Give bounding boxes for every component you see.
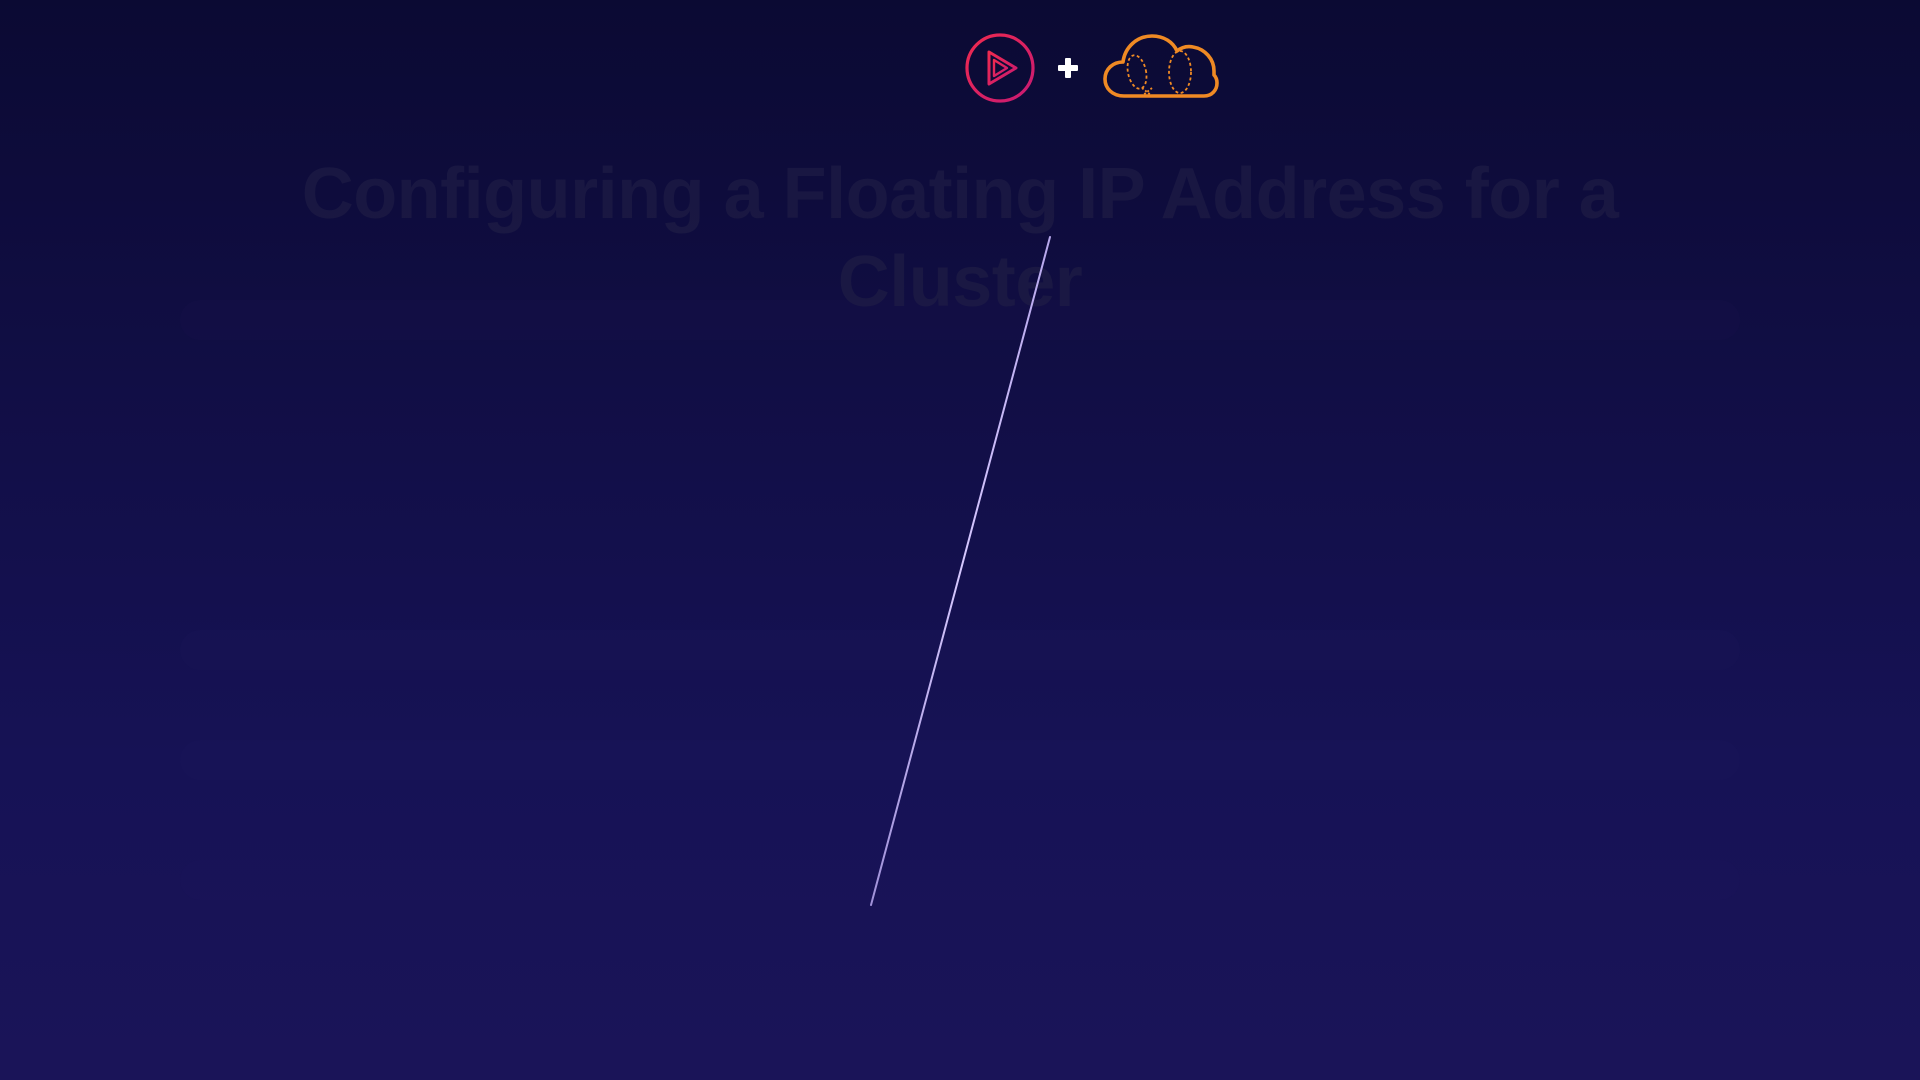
background-haze [180,300,1740,340]
background-haze [180,860,1740,900]
logo-row [0,30,1920,106]
background-haze [180,630,1740,670]
background-haze [180,740,1740,780]
cloud-logo-icon [1103,34,1219,98]
play-logo-icon [965,33,1035,103]
plus-icon [1058,58,1078,78]
